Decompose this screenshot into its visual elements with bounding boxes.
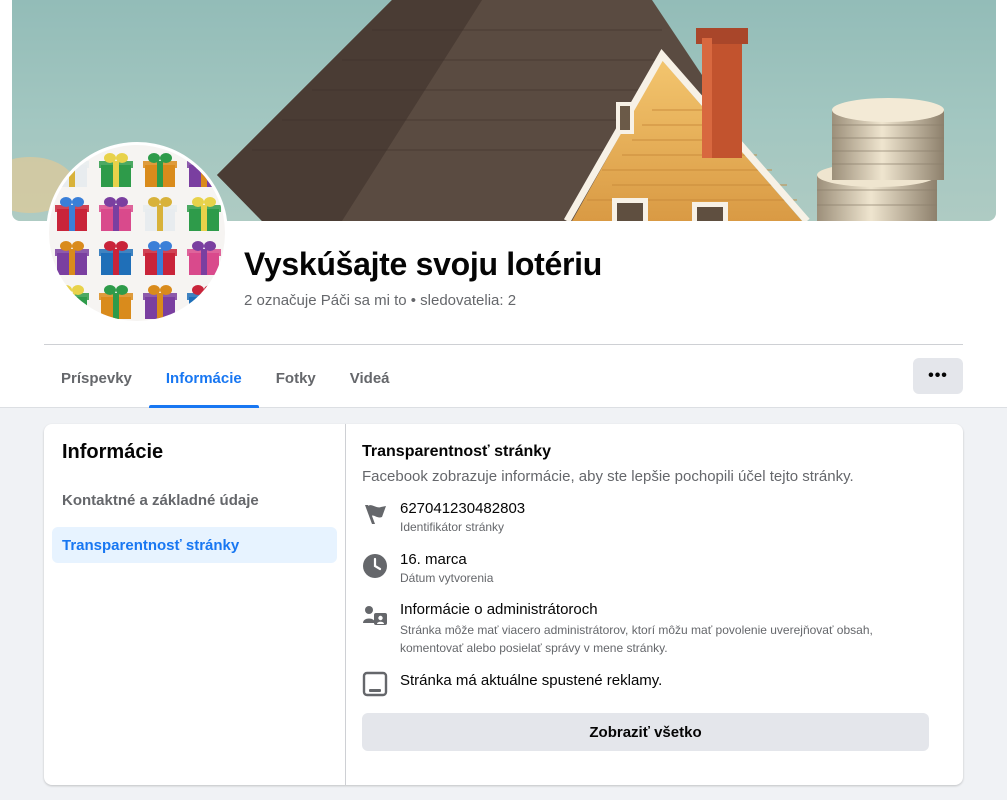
page-header: Vyskúšajte svoju lotériu 2 označuje Páči… bbox=[0, 0, 1007, 408]
page-id-value: 627041230482803 bbox=[400, 500, 526, 517]
gift-box bbox=[187, 285, 221, 319]
about-section-title: Informácie bbox=[62, 441, 164, 463]
gift-pattern-image bbox=[55, 153, 221, 319]
page-tabs: Príspevky Informácie Fotky Videá bbox=[44, 350, 407, 408]
more-icon: ••• bbox=[928, 367, 948, 384]
gift-box bbox=[99, 285, 133, 319]
card-divider bbox=[345, 424, 346, 785]
page-likes-followers[interactable]: 2 označuje Páči sa mi to • sledovatelia:… bbox=[244, 292, 516, 309]
header-divider bbox=[44, 344, 963, 345]
creation-date-value: 16. marca bbox=[400, 551, 467, 568]
about-card: Informácie Kontaktné a základné údaje Tr… bbox=[44, 424, 963, 785]
sidebar-item-page-transparency[interactable]: Transparentnosť stránky bbox=[52, 527, 337, 563]
creation-date-label: Dátum vytvorenia bbox=[400, 571, 494, 585]
gift-box bbox=[99, 153, 133, 187]
flag-icon bbox=[362, 502, 388, 528]
transparency-subtitle: Facebook zobrazuje informácie, aby ste l… bbox=[362, 468, 854, 485]
admins-description: Stránka môže mať viacero administrátorov… bbox=[400, 623, 873, 655]
gift-box bbox=[99, 197, 133, 231]
clock-icon bbox=[362, 553, 388, 579]
page-title: Vyskúšajte svoju lotériu bbox=[244, 246, 602, 282]
see-all-button[interactable]: Zobraziť všetko bbox=[362, 713, 929, 751]
ads-status-text: Stránka má aktuálne spustené reklamy. bbox=[400, 672, 663, 689]
page-avatar[interactable] bbox=[46, 142, 228, 324]
gift-box bbox=[143, 241, 177, 275]
sidebar-item-contact-basic-info[interactable]: Kontaktné a základné údaje bbox=[52, 482, 337, 518]
admins-row: Informácie o administrátoroch Stránka mô… bbox=[362, 601, 932, 657]
gift-box bbox=[55, 241, 89, 275]
gift-box bbox=[99, 241, 133, 275]
ads-icon bbox=[362, 671, 388, 697]
gift-box bbox=[187, 197, 221, 231]
creation-date-row: 16. marca Dátum vytvorenia bbox=[362, 551, 932, 587]
gift-box bbox=[143, 197, 177, 231]
gift-box bbox=[187, 241, 221, 275]
avatar-image bbox=[49, 145, 225, 321]
ads-row[interactable]: Stránka má aktuálne spustené reklamy. bbox=[362, 671, 932, 702]
tab-posts[interactable]: Príspevky bbox=[44, 350, 149, 407]
page-id-label: Identifikátor stránky bbox=[400, 520, 505, 534]
tab-photos[interactable]: Fotky bbox=[259, 350, 333, 407]
transparency-title: Transparentnosť stránky bbox=[362, 443, 552, 460]
more-options-button[interactable]: ••• bbox=[913, 358, 963, 394]
tab-videos[interactable]: Videá bbox=[333, 350, 407, 407]
admins-icon bbox=[362, 603, 388, 629]
gift-box bbox=[55, 285, 89, 319]
gift-box bbox=[143, 153, 177, 187]
tab-about[interactable]: Informácie bbox=[148, 350, 259, 408]
gift-box bbox=[143, 285, 177, 319]
page-id-row: 627041230482803 Identifikátor stránky bbox=[362, 500, 932, 536]
gift-box bbox=[55, 197, 89, 231]
admins-title: Informácie o administrátoroch bbox=[400, 601, 598, 618]
